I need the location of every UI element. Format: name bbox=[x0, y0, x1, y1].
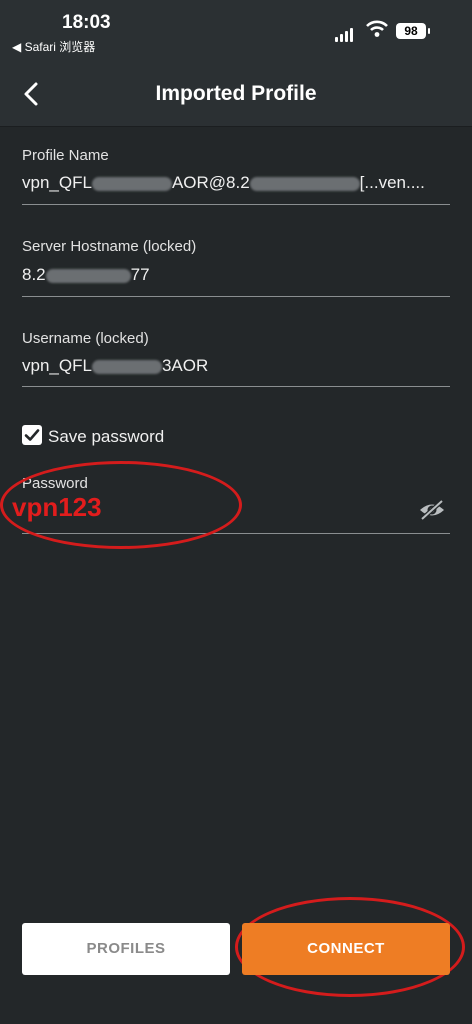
redacted-blur bbox=[45, 268, 131, 283]
server-hostname-label: Server Hostname (locked) bbox=[22, 238, 197, 255]
profiles-button[interactable]: PROFILES bbox=[22, 923, 230, 975]
wifi-icon bbox=[366, 20, 388, 37]
back-to-safari-link[interactable]: ◀ Safari 浏览器 bbox=[12, 38, 95, 55]
username-value: vpn_QFL 3AOR bbox=[22, 356, 450, 376]
profile-name-value-start: vpn_QFL bbox=[22, 173, 92, 192]
server-hostname-value-start: 8.2 bbox=[22, 265, 46, 284]
username-value-start: vpn_QFL bbox=[22, 356, 92, 375]
server-hostname-field: Server Hostname (locked) 8.2 77 bbox=[22, 236, 450, 297]
redacted-blur bbox=[91, 359, 162, 374]
app-header: Imported Profile bbox=[0, 62, 472, 127]
server-hostname-value-end: 77 bbox=[130, 265, 150, 284]
status-time: 18:03 bbox=[62, 12, 111, 33]
server-hostname-value: 8.2 77 bbox=[22, 265, 450, 285]
profile-name-value-mid: AOR@8.2 bbox=[171, 173, 250, 192]
redacted-blur bbox=[91, 176, 172, 191]
annotation-circle-password bbox=[0, 461, 242, 549]
hide-password-eye-icon[interactable] bbox=[418, 498, 446, 522]
username-value-end: 3AOR bbox=[161, 356, 209, 375]
status-bar: 18:03 ◀ Safari 浏览器 98 bbox=[0, 0, 472, 62]
page-title: Imported Profile bbox=[155, 82, 317, 105]
profile-name-label: Profile Name bbox=[22, 147, 109, 164]
connect-button[interactable]: CONNECT bbox=[242, 923, 450, 975]
profile-name-value[interactable]: vpn_QFL AOR@8.2 [...ven.... bbox=[22, 173, 450, 193]
save-password-label: Save password bbox=[48, 427, 165, 446]
redacted-blur bbox=[249, 176, 360, 191]
battery-icon: 98 bbox=[396, 23, 430, 39]
username-field: Username (locked) vpn_QFL 3AOR bbox=[22, 328, 450, 387]
username-label: Username (locked) bbox=[22, 330, 149, 347]
cellular-signal-icon bbox=[335, 24, 355, 42]
profile-name-field[interactable]: Profile Name vpn_QFL AOR@8.2 [...ven.... bbox=[22, 145, 450, 205]
checkmark-icon bbox=[24, 429, 40, 441]
save-password-checkbox[interactable] bbox=[22, 425, 42, 445]
profile-name-value-end: [...ven.... bbox=[359, 173, 425, 192]
